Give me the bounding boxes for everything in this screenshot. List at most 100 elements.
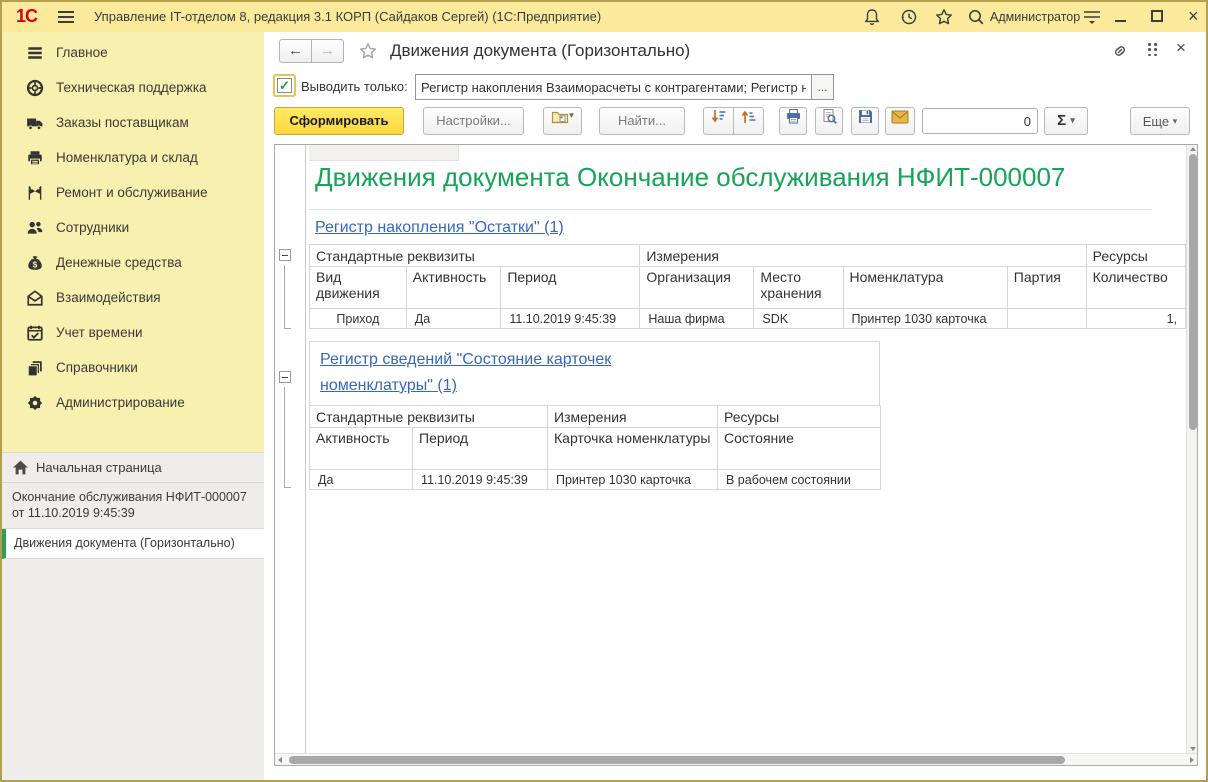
application-window: 1С Управление IT-отделом 8, редакция 3.1… — [0, 0, 1208, 782]
spreadsheet-corner-header — [309, 145, 459, 161]
favorites-star-icon[interactable] — [934, 7, 954, 27]
service-menu-icon[interactable] — [1082, 9, 1102, 29]
collapse-group-2-button[interactable] — [279, 371, 291, 383]
horizontal-scrollbar[interactable] — [275, 753, 1197, 766]
scroll-left-arrow[interactable] — [278, 757, 282, 763]
print-icon — [785, 108, 802, 125]
print-preview-icon — [821, 108, 838, 125]
column-header: Вид движения — [310, 267, 407, 309]
register-link-balances[interactable]: Регистр накопления "Остатки" (1) — [315, 219, 564, 237]
calendar-check-icon — [26, 324, 44, 342]
filter-bar: ✓ Выводить только: ... — [264, 70, 1206, 104]
sidebar-item-administration[interactable]: Администрирование — [2, 386, 264, 421]
collapse-group-1-button[interactable] — [279, 249, 291, 261]
accumulation-register-table: Стандартные реквизитыИзмеренияРесурсы Вид… — [309, 244, 1186, 329]
column-header: Активность — [310, 428, 413, 470]
sidebar-item-nomenclature-warehouse[interactable]: Номенклатура и склад — [2, 141, 264, 176]
more-actions-button[interactable]: Еще ▾ — [1130, 107, 1190, 135]
table-cell: Приход — [310, 309, 407, 329]
group-header: Измерения — [640, 245, 1086, 267]
favorite-star-icon[interactable] — [358, 41, 378, 61]
sidebar-item-label: Денежные средства — [56, 255, 182, 270]
group-header: Стандартные реквизиты — [310, 245, 640, 267]
warehouse-icon — [26, 149, 44, 167]
scroll-right-arrow[interactable] — [1190, 757, 1194, 763]
sidebar-item-time-tracking[interactable]: Учет времени — [2, 316, 264, 351]
sidebar-item-repair-maintenance[interactable]: Ремонт и обслуживание — [2, 176, 264, 211]
sidebar-item-interactions[interactable]: Взаимодействия — [2, 281, 264, 316]
sidebar-item-catalogs[interactable]: Справочники — [2, 351, 264, 386]
notifications-bell-icon[interactable] — [862, 7, 882, 27]
table-cell: В рабочем состоянии — [718, 470, 881, 490]
output-only-label: Выводить только: — [301, 79, 408, 94]
back-button[interactable]: ← — [279, 39, 312, 63]
titlebar: 1С Управление IT-отделом 8, редакция 3.1… — [2, 2, 1206, 32]
minimize-window-icon[interactable] — [1114, 10, 1128, 24]
find-button[interactable]: Найти... — [599, 107, 685, 135]
sidebar-item-label: Учет времени — [56, 325, 143, 340]
sigma-icon: Σ — [1057, 112, 1066, 129]
close-window-icon[interactable]: × — [1188, 5, 1199, 27]
column-header: Количество — [1086, 267, 1185, 309]
sidebar-item-label: Заказы поставщикам — [56, 115, 189, 130]
group-1-bracket — [284, 265, 291, 329]
close-tab-icon[interactable]: × — [1176, 38, 1186, 58]
column-header: Период — [413, 428, 548, 470]
window-more-menu-icon[interactable] — [1148, 43, 1158, 58]
filter-ellipsis-button[interactable]: ... — [811, 74, 834, 100]
forward-button[interactable]: → — [311, 39, 344, 63]
menu-icon — [26, 44, 44, 62]
search-icon[interactable] — [966, 7, 986, 27]
print-button[interactable] — [779, 107, 807, 135]
current-user-label[interactable]: Администратор — [990, 10, 1080, 24]
sidebar-item-home[interactable]: Начальная страница — [2, 453, 264, 483]
sidebar-item-main[interactable]: Главное — [2, 36, 264, 71]
maximize-window-icon[interactable] — [1151, 10, 1163, 22]
register-table-2-container: Стандартные реквизитыИзмеренияРесурсыАкт… — [309, 405, 881, 490]
sort-descending-button[interactable] — [703, 107, 734, 135]
sidebar-item-tech-support[interactable]: Техническая поддержка — [2, 71, 264, 106]
column-header: Карточка номенклатуры — [548, 428, 718, 470]
horizontal-scrollbar-thumb[interactable] — [289, 756, 1065, 764]
vertical-scrollbar-thumb[interactable] — [1189, 154, 1197, 430]
crossed-flags-icon — [26, 184, 44, 202]
truck-icon — [26, 114, 44, 132]
report-variant-folder-icon — [551, 109, 569, 125]
group-header: Ресурсы — [1086, 245, 1185, 267]
checkbox-check-icon: ✓ — [277, 78, 292, 93]
get-link-icon[interactable] — [1110, 42, 1130, 60]
autosum-value-field[interactable] — [922, 108, 1038, 134]
autosum-button[interactable]: Σ ▾ — [1044, 107, 1088, 135]
section-nav: Главное Техническая поддержка Заказы пос… — [2, 36, 264, 421]
generate-button[interactable]: Сформировать — [274, 107, 404, 135]
report-variant-button[interactable]: ▾ — [543, 107, 582, 135]
vertical-scrollbar[interactable] — [1186, 145, 1198, 753]
table-cell: Да — [310, 470, 413, 490]
scroll-down-arrow[interactable] — [1190, 747, 1196, 751]
open-window-tab-document-movements[interactable]: Движения документа (Горизонтально) — [2, 529, 264, 559]
print-preview-button[interactable] — [815, 107, 843, 135]
register-link-card-states[interactable]: Регистр сведений "Состояние карточек ном… — [320, 347, 665, 399]
table-cell: Наша фирма — [640, 309, 754, 329]
sidebar-item-label: Номенклатура и склад — [56, 150, 198, 165]
sort-ascending-button[interactable] — [733, 107, 764, 135]
scroll-up-arrow[interactable] — [1190, 147, 1196, 151]
sidebar-item-employees[interactable]: Сотрудники — [2, 211, 264, 246]
register-filter-input[interactable] — [415, 74, 812, 100]
table-cell: 1, — [1086, 309, 1185, 329]
sidebar-item-supplier-orders[interactable]: Заказы поставщикам — [2, 106, 264, 141]
table-cell: Да — [406, 309, 501, 329]
send-mail-button[interactable] — [885, 107, 915, 135]
sidebar-item-cash[interactable]: $ Денежные средства — [2, 246, 264, 281]
open-window-tab-service-end[interactable]: Окончание обслуживания НФИТ-000007 от 11… — [2, 483, 264, 529]
main-menu-icon[interactable] — [58, 11, 74, 23]
output-only-checkbox[interactable]: ✓ — [273, 74, 296, 97]
grid-line — [309, 209, 1152, 210]
group-header: Стандартные реквизиты — [310, 406, 548, 428]
1c-logo: 1С — [16, 6, 37, 27]
history-icon[interactable] — [899, 7, 919, 27]
save-button[interactable] — [851, 107, 879, 135]
main-window: ← → Движения документа (Горизонтально) ×… — [264, 32, 1206, 780]
column-header: Место хранения — [754, 267, 843, 309]
settings-button[interactable]: Настройки... — [423, 107, 524, 135]
